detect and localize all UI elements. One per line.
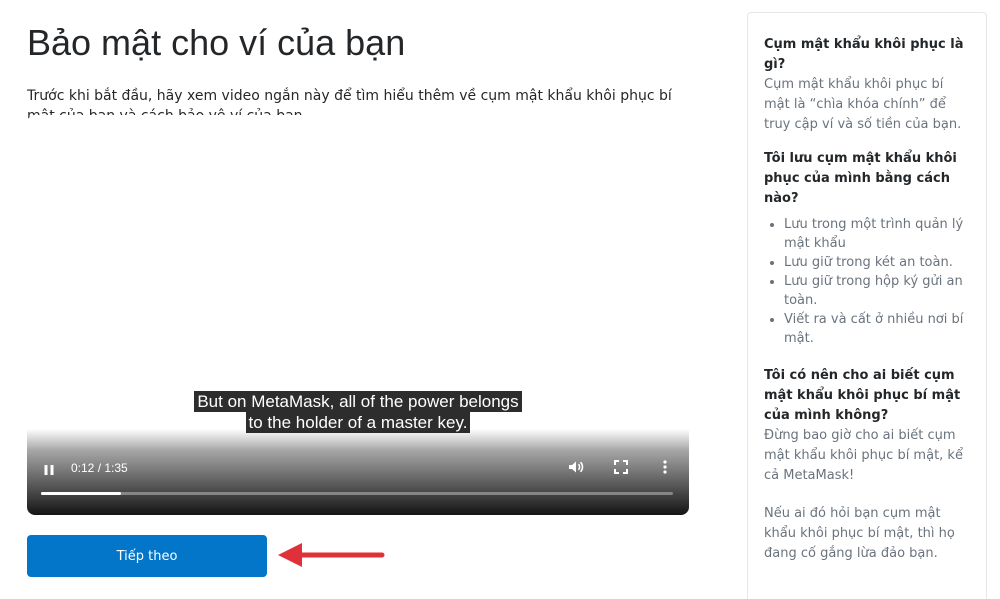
faq-answer-4: Nếu ai đó hỏi bạn cụm mật khẩu khôi phục… <box>764 506 955 561</box>
caption-line-1: But on MetaMask, all of the power belong… <box>194 391 522 412</box>
secure-wallet-page: Bảo mật cho ví của bạn Trước khi bắt đầu… <box>0 0 1000 599</box>
video-controls: 0:12 / 1:35 <box>27 429 689 515</box>
video-captions: But on MetaMask, all of the power belong… <box>27 391 689 433</box>
faq-question-2: Tôi lưu cụm mật khẩu khôi phục của mình … <box>764 151 957 206</box>
more-options-icon[interactable] <box>657 459 673 475</box>
faq-answer-3: Đừng bao giờ cho ai biết cụm mật khẩu kh… <box>764 428 963 483</box>
list-item: Lưu giữ trong hộp ký gửi an toàn. <box>784 272 968 310</box>
pause-icon[interactable] <box>43 461 55 475</box>
faq-answer-1: Cụm mật khẩu khôi phục bí mật là “chìa k… <box>764 77 962 132</box>
video-time: 0:12 / 1:35 <box>71 461 128 475</box>
video-progress-bar[interactable] <box>41 492 673 495</box>
list-item: Viết ra và cất ở nhiều nơi bí mật. <box>784 310 968 348</box>
faq-question-3: Tôi có nên cho ai biết cụm mật khẩu khôi… <box>764 368 961 423</box>
page-title: Bảo mật cho ví của bạn <box>27 22 406 63</box>
list-item: Lưu trong một trình quản lý mật khẩu <box>784 215 968 253</box>
storage-tips-list: Lưu trong một trình quản lý mật khẩu Lưu… <box>764 215 968 348</box>
list-item: Lưu giữ trong két an toàn. <box>784 253 968 272</box>
video-player[interactable]: But on MetaMask, all of the power belong… <box>27 115 689 515</box>
help-sidebar: Cụm mật khẩu khôi phục là gì? Cụm mật kh… <box>747 12 987 599</box>
faq-question-1: Cụm mật khẩu khôi phục là gì? <box>764 37 964 72</box>
annotation-arrow-icon <box>278 543 385 567</box>
volume-icon[interactable] <box>567 458 585 476</box>
fullscreen-icon[interactable] <box>613 459 629 475</box>
video-progress-fill <box>41 492 121 495</box>
next-button[interactable]: Tiếp theo <box>27 535 267 577</box>
